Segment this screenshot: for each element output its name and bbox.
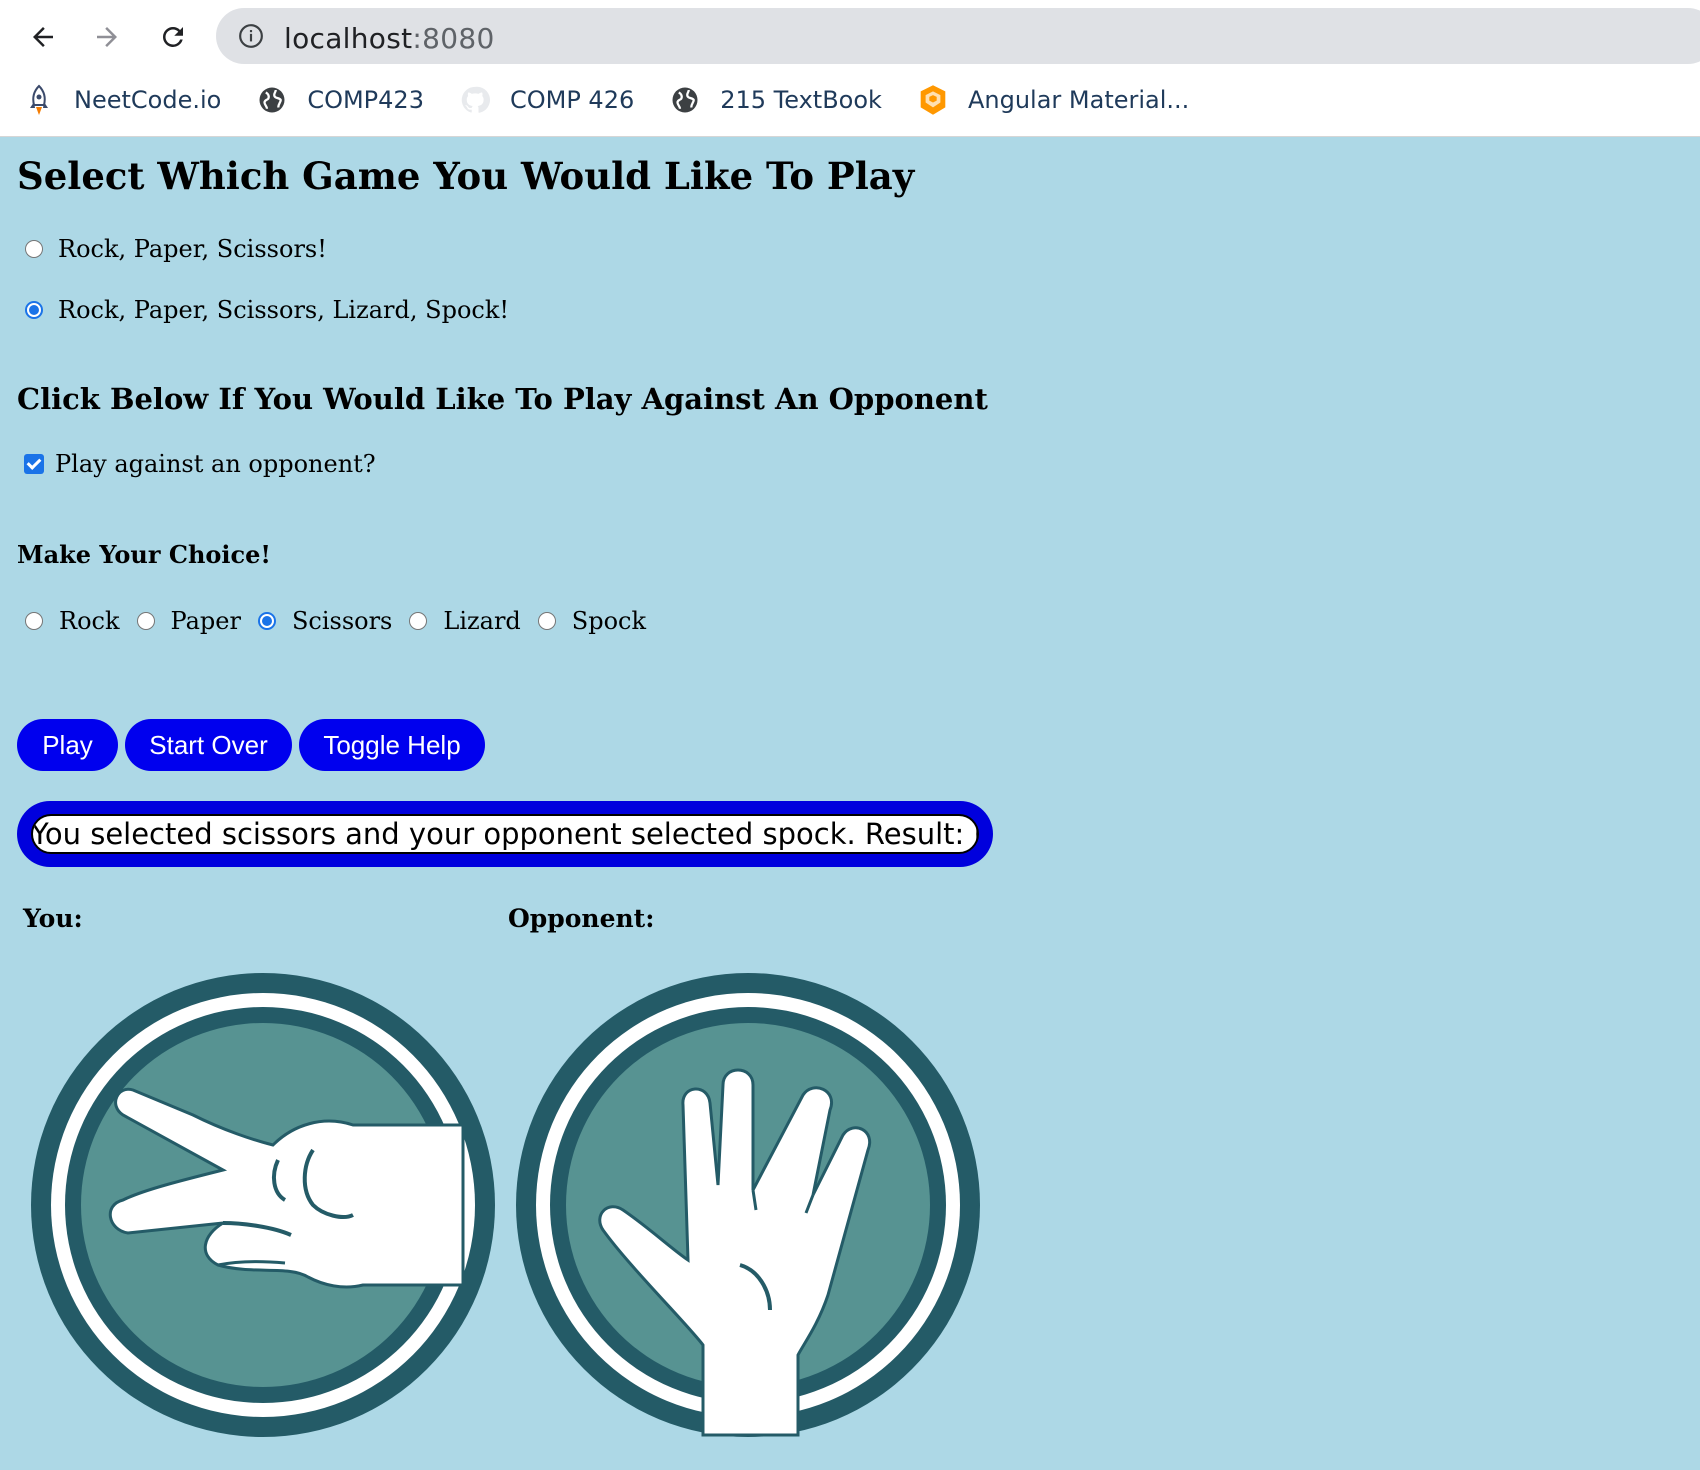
opponent-heading: Click Below If You Would Like To Play Ag…: [17, 382, 988, 416]
globe-icon: [255, 83, 289, 117]
choice-label: Paper: [170, 607, 241, 635]
bookmark-neetcode[interactable]: NeetCode.io: [22, 83, 221, 117]
choice-label: Scissors: [291, 607, 393, 635]
opponent-label: Opponent:: [508, 904, 655, 933]
start-over-button[interactable]: Start Over: [125, 719, 292, 771]
bookmark-comp423[interactable]: COMP423: [255, 83, 424, 117]
bookmark-label: COMP 426: [509, 86, 635, 114]
toggle-help-button[interactable]: Toggle Help: [299, 719, 485, 771]
game-radio-rpsls[interactable]: [25, 301, 43, 319]
bookmark-label: COMP423: [307, 86, 424, 114]
url-host: localhost: [284, 22, 413, 55]
choice-group: Rock Paper Scissors Lizard Spock: [25, 607, 663, 635]
angular-material-icon: [916, 83, 950, 117]
choice-radio-scissors[interactable]: [257, 612, 276, 630]
result-field: You selected scissors and your opponent …: [31, 814, 979, 854]
choice-label: Rock: [59, 607, 120, 635]
github-icon: [458, 83, 492, 117]
back-button[interactable]: [20, 14, 66, 60]
bookmark-215-textbook[interactable]: 215 TextBook: [668, 83, 882, 117]
choice-radio-lizard[interactable]: [409, 612, 428, 630]
url-text[interactable]: localhost:8080: [284, 22, 495, 55]
info-icon[interactable]: [238, 23, 264, 53]
reload-icon: [163, 26, 183, 47]
rocket-icon: [22, 83, 56, 117]
result-text: You selected scissors and your opponent …: [31, 817, 979, 851]
bookmark-angular-material[interactable]: Angular Material...: [916, 83, 1189, 117]
choice-scissors[interactable]: Scissors: [257, 607, 393, 635]
arrow-left-icon: [33, 27, 53, 47]
opponent-option[interactable]: Play against an opponent?: [24, 450, 376, 478]
game-option-label: Rock, Paper, Scissors, Lizard, Spock!: [58, 296, 510, 324]
bookmark-comp426[interactable]: COMP 426: [458, 83, 634, 117]
choice-paper[interactable]: Paper: [136, 607, 241, 635]
game-option-rps[interactable]: Rock, Paper, Scissors!: [25, 235, 327, 263]
choice-label: Lizard: [443, 607, 521, 635]
choice-radio-paper[interactable]: [136, 612, 155, 630]
reload-button[interactable]: [150, 14, 196, 60]
bookmarks-bar: NeetCode.io COMP423 COMP 426 215 TextBoo…: [22, 80, 1223, 120]
game-option-rpsls[interactable]: Rock, Paper, Scissors, Lizard, Spock!: [25, 296, 509, 324]
play-button[interactable]: Play: [17, 719, 118, 771]
result-box: You selected scissors and your opponent …: [17, 801, 993, 867]
opponent-checkbox[interactable]: [24, 454, 44, 474]
you-label: You:: [23, 904, 83, 933]
page-title: Select Which Game You Would Like To Play: [17, 154, 915, 198]
opponent-checkbox-label: Play against an opponent?: [55, 450, 376, 478]
browser-chrome: localhost:8080 NeetCode.io COMP423 COMP …: [0, 0, 1700, 137]
bookmark-label: 215 TextBook: [720, 86, 882, 114]
arrow-right-icon: [97, 27, 117, 47]
address-bar[interactable]: localhost:8080: [216, 8, 1700, 64]
choice-heading: Make Your Choice!: [17, 540, 271, 569]
forward-button[interactable]: [84, 14, 130, 60]
choice-radio-rock[interactable]: [25, 612, 43, 630]
choice-radio-spock[interactable]: [537, 612, 556, 630]
bookmark-label: Angular Material...: [967, 86, 1190, 114]
choice-rock[interactable]: Rock: [25, 607, 120, 635]
choice-spock[interactable]: Spock: [537, 607, 647, 635]
game-radio-rps[interactable]: [25, 240, 43, 258]
globe-icon: [668, 83, 702, 117]
spock-hand-icon: [516, 973, 980, 1437]
game-option-label: Rock, Paper, Scissors!: [58, 235, 327, 263]
scissors-hand-icon: [31, 973, 495, 1437]
bookmark-label: NeetCode.io: [74, 86, 222, 114]
choice-lizard[interactable]: Lizard: [409, 607, 521, 635]
url-port: :8080: [412, 22, 495, 55]
choice-label: Spock: [571, 607, 647, 635]
